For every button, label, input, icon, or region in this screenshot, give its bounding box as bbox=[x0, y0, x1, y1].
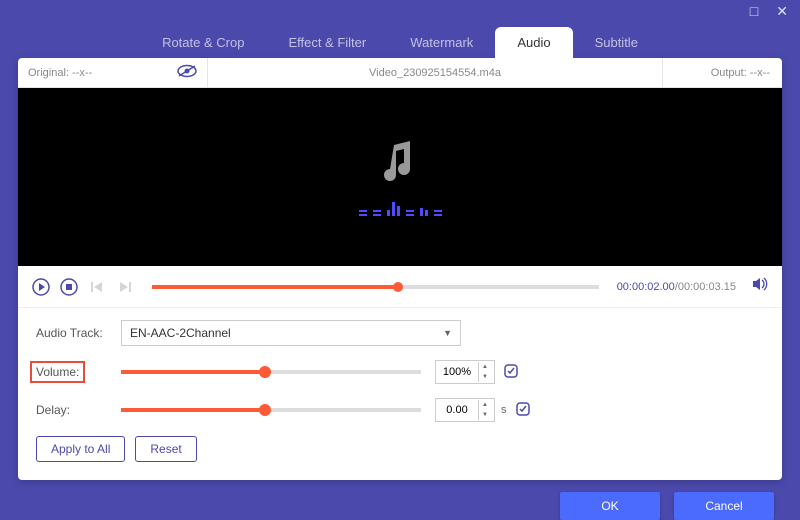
equalizer-icon bbox=[359, 202, 442, 216]
tab-audio[interactable]: Audio bbox=[495, 27, 572, 58]
volume-up-icon[interactable]: ▲ bbox=[479, 362, 491, 372]
video-preview bbox=[18, 88, 782, 266]
volume-icon[interactable] bbox=[752, 276, 768, 297]
file-info-bar: Original: --x-- Video_230925154554.m4a O… bbox=[18, 58, 782, 88]
original-dimensions: Original: --x-- bbox=[28, 67, 92, 79]
tab-watermark[interactable]: Watermark bbox=[388, 27, 495, 58]
apply-to-all-button[interactable]: Apply to All bbox=[36, 436, 125, 462]
dialog-footer: OK Cancel bbox=[0, 492, 800, 520]
tab-rotate-crop[interactable]: Rotate & Crop bbox=[140, 27, 266, 58]
close-icon[interactable]: ✕ bbox=[776, 3, 788, 20]
tab-subtitle[interactable]: Subtitle bbox=[573, 27, 660, 58]
reset-button[interactable]: Reset bbox=[135, 436, 196, 462]
audio-track-label: Audio Track: bbox=[36, 326, 121, 340]
audio-placeholder-icon bbox=[382, 139, 418, 190]
volume-slider[interactable] bbox=[121, 370, 421, 374]
audio-track-select[interactable]: EN-AAC-2Channel bbox=[121, 320, 461, 346]
delay-unit: s bbox=[501, 404, 507, 416]
timecode-display: 00:00:02.00/00:00:03.15 bbox=[617, 281, 736, 293]
preview-toggle-icon[interactable] bbox=[177, 64, 197, 81]
timeline-slider[interactable] bbox=[152, 285, 599, 289]
delay-slider[interactable] bbox=[121, 408, 421, 412]
delay-up-icon[interactable]: ▲ bbox=[479, 400, 491, 410]
player-controls: 00:00:02.00/00:00:03.15 bbox=[18, 266, 782, 308]
delay-spinner[interactable]: ▲▼ bbox=[435, 398, 495, 422]
tab-bar: Rotate & Crop Effect & Filter Watermark … bbox=[0, 22, 800, 58]
delay-input[interactable] bbox=[436, 404, 478, 416]
delay-label: Delay: bbox=[36, 403, 121, 417]
main-panel: Original: --x-- Video_230925154554.m4a O… bbox=[18, 58, 782, 480]
maximize-icon[interactable]: □ bbox=[750, 3, 758, 19]
cancel-button[interactable]: Cancel bbox=[674, 492, 774, 520]
filename-label: Video_230925154554.m4a bbox=[208, 67, 662, 79]
volume-spinner[interactable]: ▲▼ bbox=[435, 360, 495, 384]
prev-frame-button[interactable] bbox=[88, 278, 106, 296]
audio-controls: Audio Track: EN-AAC-2Channel Volume: ▲▼ … bbox=[18, 308, 782, 480]
volume-down-icon[interactable]: ▼ bbox=[479, 372, 491, 382]
stop-button[interactable] bbox=[60, 278, 78, 296]
next-frame-button[interactable] bbox=[116, 278, 134, 296]
output-dimensions: Output: --x-- bbox=[662, 58, 782, 87]
play-button[interactable] bbox=[32, 278, 50, 296]
delay-reset-icon[interactable] bbox=[515, 401, 531, 420]
volume-input[interactable] bbox=[436, 366, 478, 378]
delay-down-icon[interactable]: ▼ bbox=[479, 410, 491, 420]
ok-button[interactable]: OK bbox=[560, 492, 660, 520]
volume-reset-icon[interactable] bbox=[503, 363, 519, 382]
titlebar: □ ✕ bbox=[0, 0, 800, 22]
tab-effect-filter[interactable]: Effect & Filter bbox=[266, 27, 388, 58]
volume-label: Volume: bbox=[36, 365, 121, 379]
